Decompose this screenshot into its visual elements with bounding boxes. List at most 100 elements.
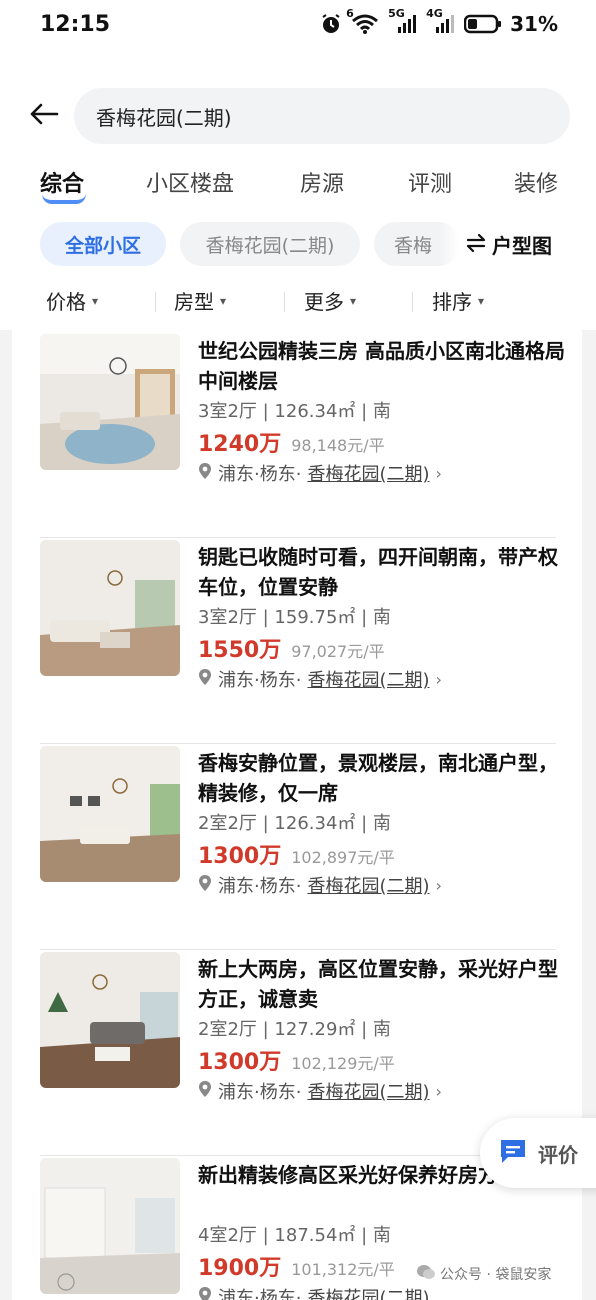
listing-photo [40, 334, 180, 470]
location-pin-icon [198, 1286, 212, 1300]
listing-price: 1300万 [198, 844, 282, 869]
chip-all-communities[interactable]: 全部小区 [40, 222, 166, 266]
battery-percent: 31% [510, 12, 558, 36]
back-button[interactable] [24, 96, 64, 136]
tab-communities[interactable]: 小区楼盘 [146, 166, 234, 198]
chevron-down-icon: ▾ [220, 293, 227, 308]
location-row[interactable]: 浦东·杨东· 香梅花园(二期) › [198, 1076, 568, 1106]
district: 浦东·杨东· [218, 1082, 302, 1103]
unit-price: 101,312元/平 [291, 1260, 395, 1279]
listing-specs: 2室2厅 | 127.29㎡ | 南 [198, 1019, 391, 1040]
chips-fade [440, 222, 464, 266]
listing-photo [40, 952, 180, 1088]
price-row: 1550万 97,027元/平 [198, 632, 568, 664]
filter-layout[interactable]: 房型 ▾ [174, 286, 226, 315]
location-row[interactable]: 浦东·杨东· 香梅花园(二期) › [198, 458, 568, 488]
alarm-icon [320, 13, 342, 35]
divider [155, 292, 156, 312]
wifi-label: 6 [346, 7, 354, 20]
chevron-down-icon: ▾ [350, 293, 357, 308]
listing-card[interactable]: 钥匙已收随时可看，四开间朝南，带产权车位，位置安静 3室2厅 | 159.75㎡… [12, 538, 582, 744]
filter-price[interactable]: 价格 ▾ [46, 286, 98, 315]
listing-title: 世纪公园精装三房 高品质小区南北通格局中间楼层 [198, 339, 565, 393]
community-link[interactable]: 香梅花园(二期) [307, 666, 429, 692]
location-pin-icon [198, 1080, 212, 1103]
location-row[interactable]: 浦东·杨东· 香梅花园(二期) › [198, 870, 568, 900]
listing-price: 1300万 [198, 1050, 282, 1075]
review-button[interactable]: 评价 [480, 1118, 596, 1188]
filter-bar: 价格 ▾ 房型 ▾ 更多 ▾ 排序 ▾ [0, 286, 596, 320]
community-link[interactable]: 香梅花园(二期) [307, 1078, 429, 1104]
unit-price: 102,897元/平 [291, 848, 395, 867]
unit-price: 97,027元/平 [291, 642, 385, 661]
district: 浦东·杨东· [218, 670, 302, 691]
listing-specs: 4室2厅 | 187.54㎡ | 南 [198, 1225, 391, 1246]
chevron-down-icon: ▾ [92, 293, 99, 308]
listing-photo [40, 746, 180, 882]
listing-card[interactable]: 世纪公园精装三房 高品质小区南北通格局中间楼层 3室2厅 | 126.34㎡ |… [12, 332, 582, 538]
battery-icon [464, 13, 502, 35]
chevron-right-icon: › [435, 669, 442, 689]
price-row: 1300万 102,129元/平 [198, 1044, 568, 1076]
wechat-icon [416, 1264, 436, 1284]
listing-price: 1900万 [198, 1256, 282, 1281]
listing-price: 1550万 [198, 638, 282, 663]
tab-reviews[interactable]: 评测 [408, 166, 452, 198]
tab-listings[interactable]: 房源 [300, 166, 344, 198]
4g-label: 4G [426, 7, 443, 20]
floorplan-button[interactable]: 户型图 [466, 230, 552, 259]
search-input[interactable]: 香梅花园(二期) [74, 88, 570, 144]
listing-title: 钥匙已收随时可看，四开间朝南，带产权车位，位置安静 [198, 545, 558, 599]
listing-price: 1240万 [198, 432, 282, 457]
location-row[interactable]: 浦东·杨东· 香梅花园(二期) › [198, 664, 568, 694]
comment-icon [498, 1137, 528, 1170]
filter-sort-label: 排序 [432, 290, 472, 314]
tab-decoration[interactable]: 装修 [514, 166, 558, 198]
filter-more-label: 更多 [304, 290, 344, 314]
location-row[interactable]: 浦东·杨东· 香梅花园(二期) [198, 1282, 568, 1300]
listing-photo [40, 1158, 180, 1294]
divider [412, 292, 413, 312]
community-link[interactable]: 香梅花园(二期) [307, 872, 429, 898]
review-label: 评价 [538, 1142, 578, 1167]
chevron-down-icon: ▾ [478, 293, 485, 308]
location-pin-icon [198, 874, 212, 897]
listing-info: 新上大两房，高区位置安静，采光好户型方正，诚意卖 2室2厅 | 127.29㎡ … [198, 954, 568, 1106]
location-pin-icon [198, 668, 212, 691]
listing-photo [40, 540, 180, 676]
listing-specs: 2室2厅 | 126.34㎡ | 南 [198, 813, 391, 834]
wifi-icon: 6 [346, 7, 380, 35]
back-arrow-icon [29, 102, 59, 130]
district: 浦东·杨东· [218, 876, 302, 897]
status-time: 12:15 [40, 12, 111, 37]
status-bar: 12:15 6 5G 4G 31% [0, 0, 596, 58]
chip-community[interactable]: 香梅花园(二期) [180, 222, 360, 266]
status-icons: 6 5G 4G 31% [320, 7, 558, 36]
community-link[interactable]: 香梅花园(二期) [307, 460, 429, 486]
search-query: 香梅花园(二期) [96, 105, 232, 130]
floorplan-label: 户型图 [492, 234, 552, 258]
list-edge [0, 330, 12, 1300]
location-pin-icon [198, 462, 212, 485]
listing-info: 世纪公园精装三房 高品质小区南北通格局中间楼层 3室2厅 | 126.34㎡ |… [198, 336, 568, 488]
listing-specs: 3室2厅 | 126.34㎡ | 南 [198, 401, 391, 422]
filter-more[interactable]: 更多 ▾ [304, 286, 356, 315]
listing-title: 香梅安静位置，景观楼层，南北通户型，精装修，仅一席 [198, 751, 558, 805]
5g-label: 5G [388, 7, 405, 20]
watermark-text: 公众号 · 袋鼠安家 [440, 1267, 552, 1283]
listing-card[interactable]: 香梅安静位置，景观楼层，南北通户型，精装修，仅一席 2室2厅 | 126.34㎡… [12, 744, 582, 950]
category-tabs: 综合 小区楼盘 房源 评测 装修 [0, 166, 596, 210]
5g-signal-icon: 5G [388, 7, 418, 35]
price-row: 1240万 98,148元/平 [198, 426, 568, 458]
unit-price: 98,148元/平 [291, 436, 385, 455]
community-link[interactable]: 香梅花园(二期) [307, 1284, 429, 1300]
listing-title: 新上大两房，高区位置安静，采光好户型方正，诚意卖 [198, 957, 558, 1011]
price-row: 1300万 102,897元/平 [198, 838, 568, 870]
chevron-right-icon: › [435, 1081, 442, 1101]
filter-layout-label: 房型 [174, 290, 214, 314]
filter-sort[interactable]: 排序 ▾ [432, 286, 484, 315]
active-tab-indicator [42, 194, 86, 204]
watermark: 公众号 · 袋鼠安家 [416, 1264, 551, 1284]
district: 浦东·杨东· [218, 464, 302, 485]
divider [284, 292, 285, 312]
